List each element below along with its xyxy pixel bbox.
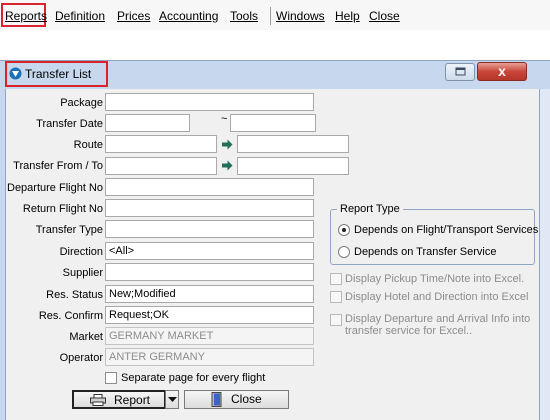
app-logo-icon — [9, 67, 22, 80]
res-confirm-input[interactable]: Request;OK — [105, 306, 314, 324]
arrow-right-icon — [222, 160, 233, 171]
return-flight-input[interactable] — [105, 199, 314, 217]
window-right-edge — [540, 89, 550, 420]
dep-arr-info-checkbox[interactable] — [330, 314, 342, 326]
direction-label: Direction — [59, 246, 103, 258]
report-type-flight-label: Depends on Flight/Transport Services — [354, 224, 539, 236]
route-label: Route — [73, 139, 103, 151]
menu-windows[interactable]: Windows — [276, 9, 325, 23]
date-separator: ~ — [221, 113, 228, 125]
door-icon — [211, 392, 222, 407]
market-label: Market — [69, 331, 103, 343]
transfer-date-to-input[interactable] — [230, 114, 316, 132]
transfer-from-input[interactable] — [105, 157, 217, 175]
menu-definition[interactable]: Definition — [55, 9, 105, 23]
transfer-type-label: Transfer Type — [35, 224, 103, 236]
departure-flight-input[interactable] — [105, 178, 314, 196]
chevron-down-icon — [168, 397, 177, 402]
arrow-right-icon — [222, 139, 233, 150]
transfer-date-label: Transfer Date — [36, 118, 103, 130]
report-button-label: Report — [114, 393, 151, 407]
window-close-button[interactable]: x — [477, 62, 527, 81]
menu-accounting[interactable]: Accounting — [159, 9, 218, 23]
report-type-title: Report Type — [337, 203, 403, 216]
pickup-note-checkbox[interactable] — [330, 273, 342, 285]
hotel-direction-label: Display Hotel and Direction into Excel — [345, 291, 529, 303]
operator-input: ANTER GERMANY — [105, 348, 314, 366]
report-type-flight-radio[interactable] — [338, 224, 350, 236]
res-status-input[interactable]: New;Modified — [105, 285, 314, 303]
supplier-label: Supplier — [62, 267, 103, 279]
radio-selected-dot — [342, 228, 346, 232]
direction-input[interactable]: <All> — [105, 242, 314, 260]
package-label: Package — [60, 97, 103, 109]
package-input[interactable] — [105, 93, 314, 111]
separate-page-label: Separate page for every flight — [121, 372, 266, 384]
report-dropdown-button[interactable] — [165, 390, 179, 409]
close-button[interactable]: Close — [184, 390, 289, 409]
window-title: Transfer List — [25, 67, 92, 81]
close-button-label: Close — [231, 392, 262, 406]
menu-close[interactable]: Close — [369, 9, 400, 23]
supplier-input[interactable] — [105, 263, 314, 281]
menu-prices-label: Prices — [117, 9, 151, 23]
menu-definition-label: Definition — [55, 9, 106, 23]
route-from-input[interactable] — [105, 135, 217, 153]
pickup-note-label: Display Pickup Time/Note into Excel. — [345, 273, 525, 285]
separate-page-checkbox[interactable] — [105, 372, 117, 384]
menu-bar: Reports Definition Prices Accounting Too… — [0, 0, 550, 30]
hotel-direction-checkbox[interactable] — [330, 291, 342, 303]
menu-accounting-label: Accounting — [159, 9, 219, 23]
menu-reports[interactable]: Reports — [5, 9, 47, 23]
restore-button[interactable] — [445, 63, 475, 81]
menu-help-label: Help — [335, 9, 360, 23]
menu-prices[interactable]: Prices — [117, 9, 150, 23]
menu-close-label: Close — [369, 9, 400, 23]
transfer-from-to-label: Transfer From / To — [13, 160, 103, 172]
res-status-label: Res. Status — [46, 289, 103, 301]
res-confirm-label: Res. Confirm — [38, 310, 103, 322]
report-button[interactable]: Report — [72, 390, 166, 409]
menu-tools-label: Tools — [230, 9, 259, 23]
operator-label: Operator — [59, 352, 103, 364]
transfer-date-from-input[interactable] — [105, 114, 190, 132]
report-type-transfer-radio[interactable] — [338, 246, 350, 258]
menu-separator — [270, 7, 271, 25]
menu-help[interactable]: Help — [335, 9, 360, 23]
transfer-type-input[interactable] — [105, 220, 314, 238]
menu-windows-label: Windows — [276, 9, 325, 23]
restore-icon — [455, 67, 466, 76]
route-to-input[interactable] — [237, 135, 349, 153]
departure-flight-label: Departure Flight No — [7, 182, 103, 194]
report-type-transfer-label: Depends on Transfer Service — [354, 246, 497, 258]
return-flight-label: Return Flight No — [22, 203, 103, 215]
menu-tools[interactable]: Tools — [230, 9, 258, 23]
dep-arr-info-label-line2: transfer service for Excel.. — [345, 325, 473, 337]
market-input: GERMANY MARKET — [105, 327, 314, 345]
printer-icon — [90, 394, 106, 406]
transfer-to-input[interactable] — [237, 157, 349, 175]
